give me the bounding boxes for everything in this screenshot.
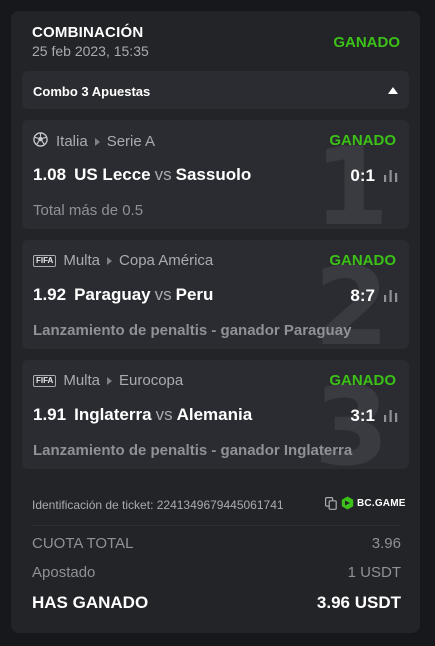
bet-item[interactable]: 1 Italia Serie A GANADO 1.08 US Lecce vs Sa… [22, 120, 409, 229]
bc-game-logo-icon [341, 496, 354, 510]
staked-label: Apostado [32, 564, 96, 581]
away-team: Sassuolo [175, 165, 252, 184]
bet-match: 1.08 US Lecce vs Sassuolo [33, 165, 251, 185]
breadcrumb-arrow-icon [107, 376, 113, 385]
match-score: 0:1 [350, 166, 375, 185]
bet-odds: 1.91 [33, 405, 67, 424]
bet-country: Italia [56, 133, 88, 150]
bet-league-name: Serie A [106, 133, 156, 150]
bet-item[interactable]: 3 FIFA Multa Eurocopa GANADO 1.91 Inglate… [22, 360, 409, 469]
vs-label: vs [154, 285, 172, 304]
ticket-date: 25 feb 2023, 15:35 [32, 43, 149, 59]
soccer-ball-icon [33, 132, 48, 151]
home-team: Paraguay [74, 285, 151, 304]
home-team: Inglaterra [74, 405, 152, 424]
stats-bars-icon[interactable] [384, 289, 398, 307]
bet-odds: 1.92 [33, 285, 67, 304]
won-label: HAS GANADO [32, 593, 149, 612]
bet-league: FIFA Multa Eurocopa [33, 372, 183, 389]
total-odds-label: CUOTA TOTAL [32, 535, 134, 552]
home-team: US Lecce [74, 165, 151, 184]
bet-status-badge: GANADO [329, 252, 396, 269]
copy-icon[interactable] [325, 497, 337, 515]
bet-market: Total más de 0.5 [33, 202, 144, 219]
ticket-type-title: COMBINACIÓN [32, 24, 144, 41]
bet-market: Lanzamiento de penaltis - ganador Paragu… [33, 322, 352, 339]
bet-match: 1.92 Paraguay vs Peru [33, 285, 213, 305]
bet-item[interactable]: 2 FIFA Multa Copa América GANADO 1.92 Par… [22, 240, 409, 349]
total-odds-row: CUOTA TOTAL 3.96 [32, 535, 401, 555]
brand-logo: BC.GAME [341, 496, 406, 510]
stats-bars-icon[interactable] [384, 409, 398, 427]
ticket-id: Identificación de ticket: 22413496794450… [32, 498, 284, 512]
brand-name: BC.GAME [357, 497, 406, 509]
bet-status-badge: GANADO [329, 132, 396, 149]
away-team: Peru [175, 285, 214, 304]
bet-league: Italia Serie A [33, 132, 155, 151]
combo-label: Combo 3 Apuestas [33, 84, 151, 99]
match-score: 8:7 [350, 286, 375, 305]
bet-league: FIFA Multa Copa América [33, 252, 213, 269]
bet-market: Lanzamiento de penaltis - ganador Inglat… [33, 442, 353, 459]
bet-country: Multa [63, 372, 101, 389]
won-row: HAS GANADO 3.96 USDT [32, 593, 401, 613]
ticket-id-row: Identificación de ticket: 22413496794450… [32, 495, 405, 515]
bet-status-badge: GANADO [329, 372, 396, 389]
breadcrumb-arrow-icon [107, 256, 113, 265]
combo-toggle-bar[interactable]: Combo 3 Apuestas [22, 71, 409, 109]
bet-country: Multa [63, 252, 101, 269]
vs-label: vs [155, 405, 173, 424]
won-value: 3.96 USDT [316, 593, 401, 612]
stats-bars-icon[interactable] [384, 169, 398, 187]
bet-odds: 1.08 [33, 165, 67, 184]
bet-ticket-card: COMBINACIÓN 25 feb 2023, 15:35 GANADO Co… [11, 11, 420, 633]
fifa-icon: FIFA [33, 254, 57, 267]
bet-league-name: Copa América [119, 252, 214, 269]
fifa-icon: FIFA [33, 374, 57, 387]
staked-row: Apostado 1 USDT [32, 564, 401, 584]
match-score: 3:1 [350, 406, 375, 425]
staked-value: 1 USDT [347, 564, 401, 581]
breadcrumb-arrow-icon [94, 137, 100, 146]
divider [32, 525, 401, 526]
vs-label: vs [154, 165, 172, 184]
caret-up-icon[interactable] [388, 87, 398, 94]
away-team: Alemania [176, 405, 253, 424]
bet-match: 1.91 Inglaterra vs Alemania [33, 405, 252, 425]
total-odds-value: 3.96 [371, 535, 401, 552]
bet-league-name: Eurocopa [119, 372, 184, 389]
ticket-status-badge: GANADO [333, 34, 400, 51]
